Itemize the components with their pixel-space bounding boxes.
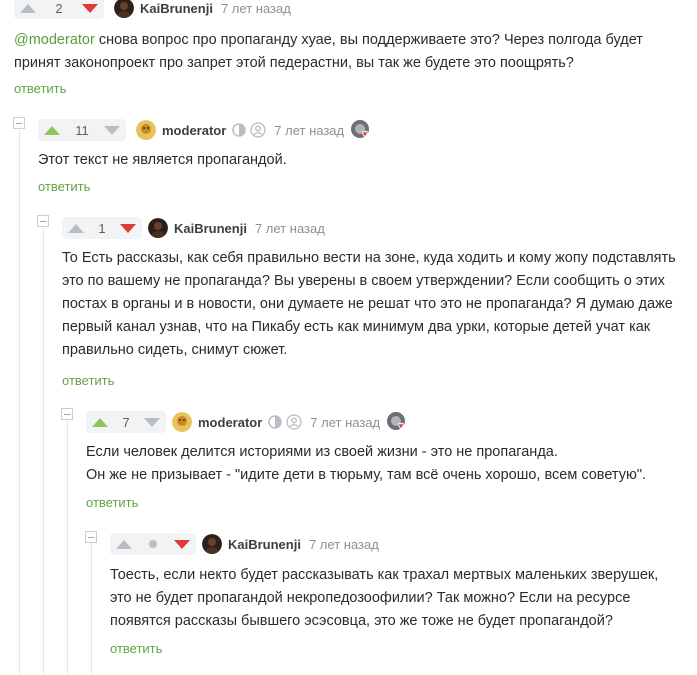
upvote-button[interactable] xyxy=(68,220,84,236)
comment-5-header: KaiBrunenji 7 лет назад xyxy=(110,532,379,556)
upvote-button[interactable] xyxy=(92,414,108,430)
thread-line[interactable] xyxy=(19,130,20,675)
timestamp: 7 лет назад xyxy=(220,0,291,16)
username[interactable]: moderator xyxy=(162,123,226,138)
reply-button[interactable]: ответить xyxy=(38,179,90,194)
username[interactable]: moderator xyxy=(198,415,262,430)
downvote-button[interactable] xyxy=(120,220,136,236)
rating-block: 7 xyxy=(86,411,166,433)
comment-5-text: Тоесть, если некто будет рассказывать ка… xyxy=(110,567,659,629)
timestamp: 7 лет назад xyxy=(310,414,381,430)
collapse-thread-button[interactable] xyxy=(61,408,73,420)
thread-line[interactable] xyxy=(67,420,68,675)
upvote-button[interactable] xyxy=(44,122,60,138)
downvote-button[interactable] xyxy=(174,536,190,552)
rating-hidden-dot xyxy=(149,540,157,548)
comment-2-header: 11 moderator 7 лет назад xyxy=(38,118,372,142)
collapse-thread-button[interactable] xyxy=(13,117,25,129)
username[interactable]: KaiBrunenji xyxy=(228,537,301,552)
timestamp: 7 лет назад xyxy=(308,536,379,552)
user-mention-link[interactable]: @moderator xyxy=(14,32,95,48)
rating-block: 11 xyxy=(38,119,126,141)
thread-line[interactable] xyxy=(91,543,92,675)
moderator-icon xyxy=(268,415,283,429)
comment-2-text: Этот текст не является пропагандой. xyxy=(38,152,287,168)
comment-text-line: Если человек делится историями из своей … xyxy=(86,444,558,460)
rating-count: 1 xyxy=(98,220,106,236)
timestamp: 7 лет назад xyxy=(254,220,325,236)
comment-text-line: Он же не призывает - "идите дети в тюрьм… xyxy=(86,467,647,483)
rating-block: 1 xyxy=(62,217,142,239)
rating-block: 2 xyxy=(14,0,104,19)
timestamp: 7 лет назад xyxy=(274,122,345,138)
comment-3-text: То Есть рассказы, как себя правильно вес… xyxy=(62,250,676,358)
comment-1-text: @moderator снова вопрос про пропаганду х… xyxy=(14,29,674,75)
award-heart-icon xyxy=(387,412,406,430)
user-avatar[interactable] xyxy=(114,0,134,18)
reply-button[interactable]: ответить xyxy=(14,81,66,96)
collapse-thread-button[interactable] xyxy=(37,215,49,227)
downvote-button[interactable] xyxy=(104,122,120,138)
rating-count: 2 xyxy=(55,0,63,16)
user-profile-icon[interactable] xyxy=(286,414,302,430)
comment-text: снова вопрос про пропаганду хуае, вы под… xyxy=(14,32,643,71)
user-avatar[interactable] xyxy=(148,218,168,238)
reply-button[interactable]: ответить xyxy=(110,641,162,656)
comment-3-header: 1 KaiBrunenji 7 лет назад xyxy=(62,216,325,240)
username[interactable]: KaiBrunenji xyxy=(174,221,247,236)
upvote-button[interactable] xyxy=(20,0,36,16)
moderator-icon xyxy=(232,123,247,137)
user-profile-icon[interactable] xyxy=(250,122,266,138)
comment-4-text: Если человек делится историями из своей … xyxy=(86,441,686,487)
comment-4-header: 7 moderator 7 лет назад xyxy=(86,410,408,434)
reply-button[interactable]: ответить xyxy=(86,495,138,510)
username[interactable]: KaiBrunenji xyxy=(140,1,213,16)
rating-count: 7 xyxy=(122,414,130,430)
rating-count: 11 xyxy=(75,122,89,138)
collapse-thread-button[interactable] xyxy=(85,531,97,543)
user-avatar[interactable] xyxy=(202,534,222,554)
downvote-button[interactable] xyxy=(82,0,98,16)
user-avatar[interactable] xyxy=(172,412,192,432)
reply-button[interactable]: ответить xyxy=(62,373,114,388)
user-avatar[interactable] xyxy=(136,120,156,140)
comment-1-header: 2 KaiBrunenji 7 лет назад xyxy=(14,0,291,20)
award-heart-icon xyxy=(351,120,370,138)
upvote-button[interactable] xyxy=(116,536,132,552)
downvote-button[interactable] xyxy=(144,414,160,430)
rating-block xyxy=(110,533,196,555)
thread-line[interactable] xyxy=(43,228,44,675)
